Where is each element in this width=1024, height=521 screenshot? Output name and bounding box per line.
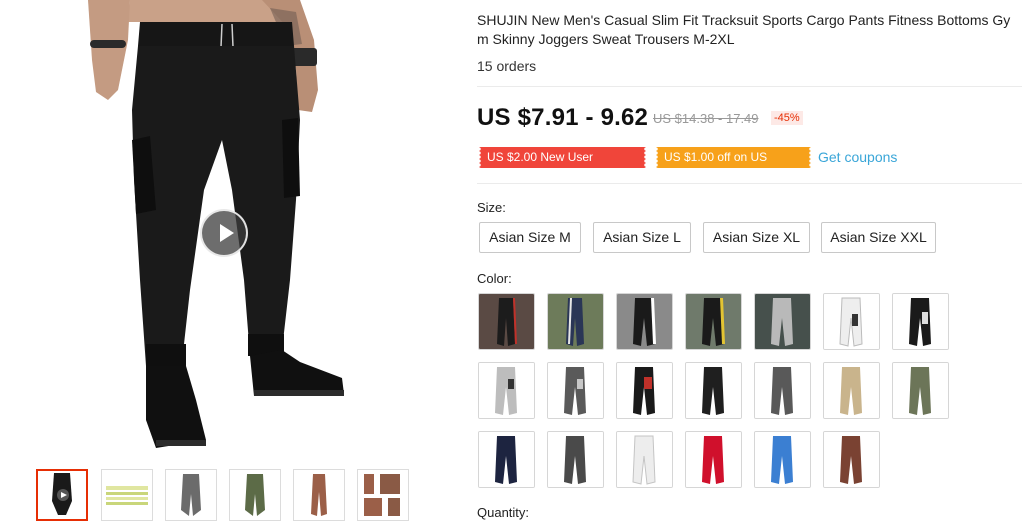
size-option-m[interactable]: Asian Size M bbox=[479, 222, 581, 253]
order-count: 15 orders bbox=[477, 58, 537, 74]
gray-pants-image bbox=[181, 474, 201, 516]
color-swatch-16[interactable] bbox=[547, 431, 604, 488]
product-title: SHUJIN New Men's Casual Slim Fit Tracksu… bbox=[477, 12, 1011, 47]
discount-badge: -45% bbox=[771, 111, 803, 125]
pants-swatch-image bbox=[893, 363, 948, 418]
pants-swatch-image bbox=[479, 294, 534, 349]
pants-swatch-image bbox=[824, 363, 879, 418]
store-coupon[interactable]: US $1.00 off on US $10.00 bbox=[654, 147, 813, 185]
original-price: US $14.38 - 17.49 bbox=[653, 111, 759, 126]
color-swatch-11[interactable] bbox=[685, 362, 742, 419]
green-pants-image bbox=[245, 474, 265, 516]
divider bbox=[477, 183, 1022, 184]
color-swatch-1[interactable] bbox=[478, 293, 535, 350]
color-swatch-10[interactable] bbox=[616, 362, 673, 419]
pants-swatch-image bbox=[548, 363, 603, 418]
pants-swatch-image bbox=[686, 294, 741, 349]
pants-swatch-image bbox=[479, 363, 534, 418]
pants-swatch-image bbox=[548, 432, 603, 487]
pants-swatch-image bbox=[479, 432, 534, 487]
thumbnail-5[interactable] bbox=[293, 469, 345, 521]
pants-swatch-image bbox=[617, 363, 672, 418]
size-option-xxl[interactable]: Asian Size XXL bbox=[821, 222, 936, 253]
pants-swatch-image bbox=[617, 294, 672, 349]
thumbnail-6[interactable] bbox=[357, 469, 409, 521]
color-swatch-3[interactable] bbox=[616, 293, 673, 350]
thumbnail-4[interactable] bbox=[229, 469, 281, 521]
pants-swatch-image bbox=[755, 363, 810, 418]
color-swatch-12[interactable] bbox=[754, 362, 811, 419]
brown-pants-image bbox=[311, 474, 327, 516]
thumbnail-2[interactable] bbox=[101, 469, 153, 521]
size-label: Size: bbox=[477, 200, 506, 215]
size-chart-image bbox=[106, 486, 148, 505]
pants-swatch-image bbox=[824, 294, 879, 349]
get-coupons-link[interactable]: Get coupons bbox=[818, 149, 897, 165]
color-swatch-18[interactable] bbox=[685, 431, 742, 488]
color-swatch-9[interactable] bbox=[547, 362, 604, 419]
color-swatch-4[interactable] bbox=[685, 293, 742, 350]
color-swatch-20[interactable] bbox=[823, 431, 880, 488]
pants-swatch-image bbox=[755, 294, 810, 349]
pants-swatch-image bbox=[686, 432, 741, 487]
color-swatch-19[interactable] bbox=[754, 431, 811, 488]
new-user-coupon[interactable]: US $2.00 New User Coupon bbox=[477, 147, 648, 185]
color-swatch-7[interactable] bbox=[892, 293, 949, 350]
current-price: US $7.91 - 9.62 bbox=[477, 104, 649, 131]
pants-swatch-image bbox=[824, 432, 879, 487]
color-label: Color: bbox=[477, 271, 512, 286]
size-option-xl[interactable]: Asian Size XL bbox=[703, 222, 810, 253]
color-swatch-2[interactable] bbox=[547, 293, 604, 350]
thumbnail-3[interactable] bbox=[165, 469, 217, 521]
color-swatch-8[interactable] bbox=[478, 362, 535, 419]
thumbnail-video-icon bbox=[52, 473, 72, 515]
pants-swatch-image bbox=[893, 294, 948, 349]
play-video-button[interactable] bbox=[200, 209, 248, 257]
pants-swatch-image bbox=[755, 432, 810, 487]
color-swatch-15[interactable] bbox=[478, 431, 535, 488]
thumbnail-1[interactable] bbox=[36, 469, 88, 521]
pants-swatch-image bbox=[548, 294, 603, 349]
multi-pants-image bbox=[364, 474, 400, 516]
color-swatch-17[interactable] bbox=[616, 431, 673, 488]
quantity-label: Quantity: bbox=[477, 505, 530, 520]
color-swatch-5[interactable] bbox=[754, 293, 811, 350]
divider bbox=[477, 86, 1022, 87]
color-swatch-14[interactable] bbox=[892, 362, 949, 419]
main-product-image[interactable] bbox=[0, 0, 450, 462]
pants-swatch-image bbox=[686, 363, 741, 418]
pants-swatch-image bbox=[617, 432, 672, 487]
size-option-l[interactable]: Asian Size L bbox=[593, 222, 691, 253]
color-swatch-6[interactable] bbox=[823, 293, 880, 350]
color-swatch-13[interactable] bbox=[823, 362, 880, 419]
